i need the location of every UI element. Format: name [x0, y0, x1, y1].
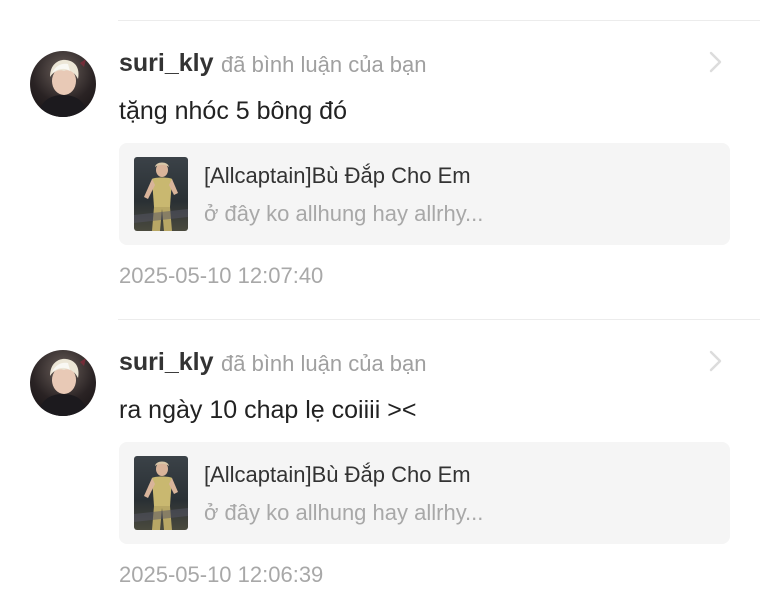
chevron-right-icon[interactable]	[706, 49, 726, 75]
avatar[interactable]	[30, 350, 96, 416]
action-text: đã bình luận của bạn	[221, 52, 427, 77]
avatar[interactable]	[30, 51, 96, 117]
story-title: [Allcaptain]Bù Đắp Cho Em	[204, 462, 471, 487]
story-cover	[134, 456, 188, 530]
chevron-right-icon[interactable]	[706, 348, 726, 374]
story-snippet: ở đây ko allhung hay allrhy...	[204, 201, 484, 226]
avatar-image	[38, 59, 88, 117]
notification-list: suri_kly đã bình luận của bạn tặng nhóc …	[0, 0, 760, 600]
story-snippet: ở đây ko allhung hay allrhy...	[204, 500, 484, 525]
story-cover	[134, 157, 188, 231]
username[interactable]: suri_kly	[119, 49, 214, 78]
comment-text: tặng nhóc 5 bông đó	[119, 97, 347, 125]
avatar-image	[38, 358, 88, 416]
username[interactable]: suri_kly	[119, 348, 214, 377]
comment-notification[interactable]: suri_kly đã bình luận của bạn ra ngày 10…	[0, 320, 760, 600]
timestamp: 2025-05-10 12:06:39	[119, 562, 324, 587]
comment-text: ra ngày 10 chap lẹ coiiii ><	[119, 396, 417, 424]
story-card[interactable]: [Allcaptain]Bù Đắp Cho Em ở đây ko allhu…	[119, 143, 730, 245]
comment-notification[interactable]: suri_kly đã bình luận của bạn tặng nhóc …	[0, 21, 760, 301]
timestamp: 2025-05-10 12:07:40	[119, 263, 324, 288]
story-title: [Allcaptain]Bù Đắp Cho Em	[204, 163, 471, 188]
story-card[interactable]: [Allcaptain]Bù Đắp Cho Em ở đây ko allhu…	[119, 442, 730, 544]
action-text: đã bình luận của bạn	[221, 351, 427, 376]
